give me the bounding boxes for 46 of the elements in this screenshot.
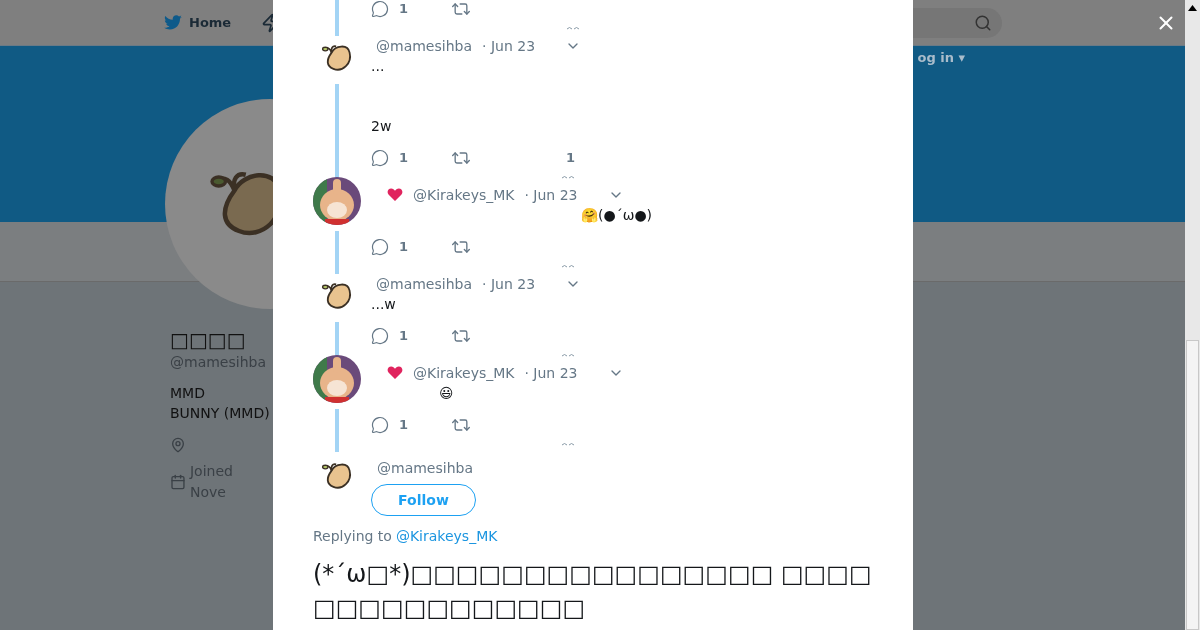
reply-count: 1: [399, 238, 409, 257]
replying-label: Replying to: [313, 527, 392, 546]
tweet-date[interactable]: · Jun 23: [482, 35, 536, 57]
reply-count: 1: [399, 0, 409, 19]
search-icon[interactable]: [974, 13, 992, 32]
user-handle[interactable]: @Kirakeys_MK: [413, 184, 515, 206]
tweet-text: 😃: [438, 384, 455, 403]
reply-icon[interactable]: [371, 0, 389, 18]
user-handle[interactable]: @mamesihba: [376, 273, 472, 295]
location-icon: [170, 437, 186, 453]
tweet-text: ... 2w: [371, 57, 393, 136]
reply-icon[interactable]: [371, 238, 389, 256]
avatar: [313, 355, 361, 403]
calendar-icon: [170, 474, 186, 490]
squiggle-icon: [561, 263, 575, 268]
squiggle-icon: [561, 352, 575, 357]
tweet-text: ...w: [371, 295, 397, 314]
scrollbar-thumb[interactable]: [1186, 340, 1199, 630]
user-handle[interactable]: @Kirakeys_MK: [413, 362, 515, 384]
reply-count: 1: [399, 149, 409, 168]
home-link[interactable]: Home: [189, 12, 232, 33]
reply-icon[interactable]: [371, 327, 389, 345]
reply-target-link[interactable]: @Kirakeys_MK: [395, 526, 498, 547]
profile-name: □□□□: [170, 328, 246, 352]
heart-icon: [387, 188, 403, 202]
like-count: 1: [566, 149, 576, 168]
main-tweet-text: (*´ω□*)□□□□□□□□□□□□□□□□ □□□□ □□□□□□□□□□□□: [313, 559, 873, 624]
user-handle[interactable]: @mamesihba: [377, 458, 473, 479]
avatar: [313, 177, 361, 225]
squiggle-icon: [561, 174, 575, 179]
login-link[interactable]: og in ▾: [917, 48, 965, 222]
squiggle-icon: [566, 25, 580, 30]
tweet-date[interactable]: · Jun 23: [482, 273, 536, 295]
reply-icon[interactable]: [371, 416, 389, 434]
tweet-date[interactable]: · Jun 23: [524, 184, 578, 206]
user-handle[interactable]: @mamesihba: [376, 35, 472, 57]
reply-count: 1: [399, 416, 409, 435]
bio-line: MMD: [170, 384, 206, 403]
bird-icon: [163, 14, 183, 31]
bio-line: BUNNY (MMD): [170, 404, 270, 423]
squiggle-icon: [561, 441, 575, 446]
reply-icon[interactable]: [371, 149, 389, 167]
tweet-date[interactable]: · Jun 23: [524, 362, 578, 384]
tweet-text: 🤗(●´ω●): [580, 206, 654, 225]
reply-count: 1: [399, 327, 409, 346]
heart-icon: [387, 366, 403, 380]
